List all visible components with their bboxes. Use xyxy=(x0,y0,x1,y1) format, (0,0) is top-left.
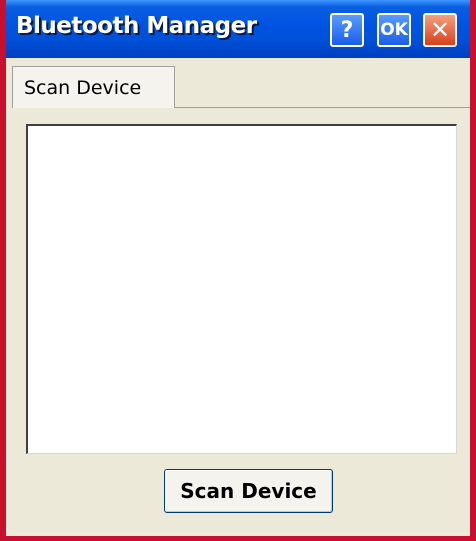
close-icon: ✕ xyxy=(429,16,451,44)
ok-label: OK xyxy=(380,20,408,40)
ok-button[interactable]: OK xyxy=(377,13,411,47)
tab-scan-device[interactable]: Scan Device xyxy=(12,66,175,108)
help-button[interactable]: ? xyxy=(330,13,364,47)
close-button[interactable]: ✕ xyxy=(423,13,457,47)
window-title: Bluetooth Manager xyxy=(16,13,257,39)
title-bar[interactable]: Bluetooth Manager ? OK ✕ xyxy=(6,0,470,58)
device-list[interactable] xyxy=(26,124,457,454)
tab-divider xyxy=(175,107,470,108)
bluetooth-manager-window: Bluetooth Manager ? OK ✕ Scan Device Sca… xyxy=(0,0,476,541)
help-icon: ? xyxy=(340,17,354,43)
scan-device-button[interactable]: Scan Device xyxy=(164,469,333,513)
tab-label: Scan Device xyxy=(24,77,142,99)
